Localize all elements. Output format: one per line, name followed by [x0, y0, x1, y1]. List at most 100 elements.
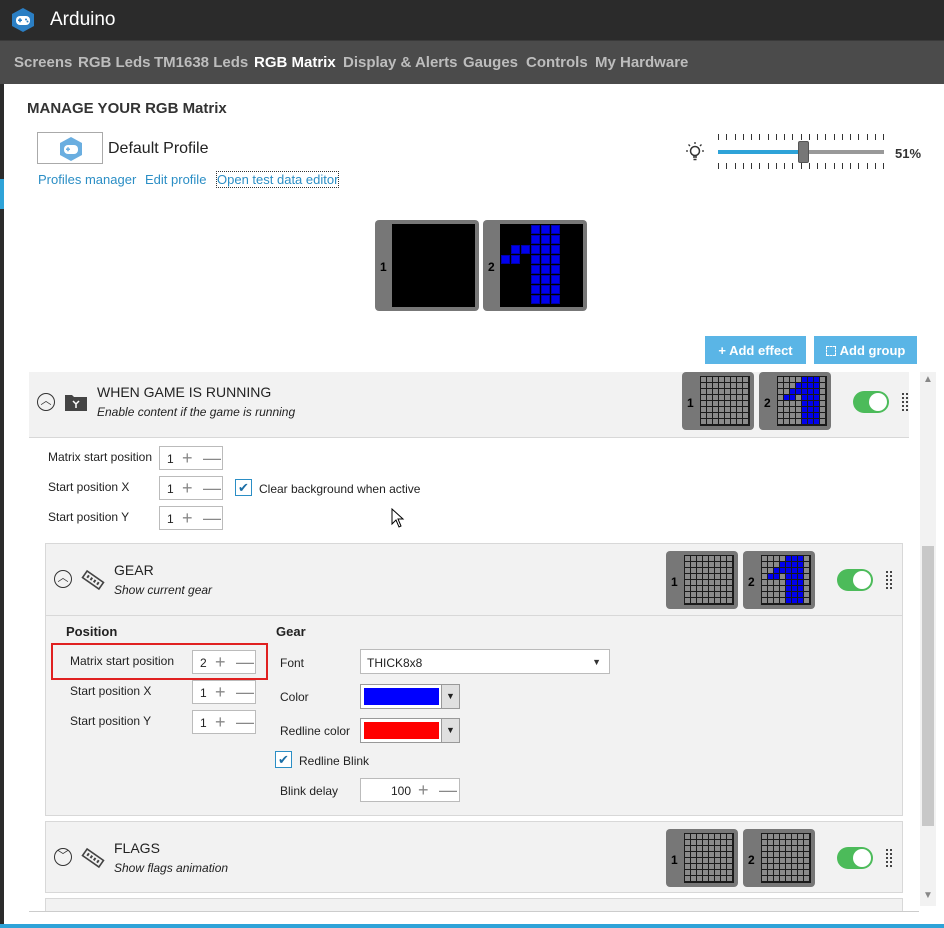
matrix-led [727, 858, 732, 863]
matrix-led [802, 401, 807, 406]
matrix-led [774, 852, 779, 857]
group-matrix-2[interactable]: 2 [759, 372, 831, 430]
nav-item-gauges[interactable]: Gauges [463, 54, 518, 71]
plus-icon[interactable]: + [182, 509, 193, 527]
matrix-led [701, 413, 706, 418]
matrix-led [727, 852, 732, 857]
select-value: THICK8x8 [367, 656, 423, 670]
drag-handle-icon[interactable] [886, 847, 894, 869]
color-picker[interactable]: ▼ [360, 684, 460, 709]
matrix-led [778, 389, 783, 394]
flags-matrix-1[interactable]: 1 [666, 829, 738, 887]
edit-profile-link[interactable]: Edit profile [145, 172, 206, 187]
matrix-led [804, 586, 809, 591]
redline-color-picker[interactable]: ▼ [360, 718, 460, 743]
gear-matrix-2[interactable]: 2 [743, 551, 815, 609]
redline-blink-checkbox[interactable]: ✔ [275, 751, 292, 768]
brightness-slider[interactable] [718, 134, 884, 170]
nav-item-screens[interactable]: Screens [14, 54, 72, 71]
effects-scrollbar[interactable]: ▲ ▼ [920, 372, 936, 906]
font-select[interactable]: THICK8x8 ▼ [360, 649, 610, 674]
minus-icon[interactable]: — [236, 683, 254, 701]
slider-tick [751, 163, 752, 169]
matrix-led [709, 852, 714, 857]
matrix-led [521, 245, 530, 254]
group-enable-toggle[interactable] [853, 391, 889, 413]
minus-icon[interactable]: — [203, 479, 221, 497]
plus-icon[interactable]: + [418, 781, 429, 799]
slider-tick [743, 163, 744, 169]
add-effect-button[interactable]: + Add effect [705, 336, 806, 364]
minus-icon[interactable]: — [203, 509, 221, 527]
open-test-data-editor-link[interactable]: Open test data editor [215, 171, 340, 188]
add-group-button[interactable]: Add group [814, 336, 917, 364]
matrix-led [798, 834, 803, 839]
minus-icon[interactable]: — [236, 713, 254, 731]
nav-item-rgb-matrix[interactable]: RGB Matrix [254, 54, 336, 71]
slider-tick [801, 134, 802, 140]
matrix-start-stepper[interactable]: 1 + — [159, 446, 223, 470]
start-y-stepper[interactable]: 1 + — [159, 506, 223, 530]
collapse-chevron-up-icon[interactable]: ︿ [37, 393, 55, 411]
expand-chevron-down-icon[interactable]: ﹀ [54, 848, 72, 866]
led-strip-icon [81, 569, 105, 591]
preview-matrix-2[interactable]: 2 [483, 220, 587, 311]
matrix-led [551, 295, 560, 304]
minus-icon[interactable]: — [439, 781, 457, 799]
slider-tick [842, 163, 843, 169]
matrix-led [792, 592, 797, 597]
flags-enable-toggle[interactable] [837, 847, 873, 869]
minus-icon[interactable]: — [203, 449, 221, 467]
nav-item-tm1638-leds[interactable]: TM1638 Leds [154, 54, 248, 71]
flags-matrix-2[interactable]: 2 [743, 829, 815, 887]
gear-start-y-stepper[interactable]: 1 + — [192, 710, 256, 734]
matrix-led [804, 556, 809, 561]
slider-tick [776, 134, 777, 140]
nav-item-display-alerts[interactable]: Display & Alerts [343, 54, 458, 71]
matrix-led [691, 568, 696, 573]
preview-matrix-1[interactable]: 1 [375, 220, 479, 311]
profiles-manager-link[interactable]: Profiles manager [38, 172, 136, 187]
chevron-down-icon[interactable]: ▼ [441, 719, 459, 742]
slider-tick [751, 134, 752, 140]
nav-item-controls[interactable]: Controls [526, 54, 588, 71]
matrix-led [774, 876, 779, 881]
slider-thumb[interactable] [797, 141, 809, 163]
gear-matrix-1[interactable]: 1 [666, 551, 738, 609]
plus-icon[interactable]: + [215, 683, 226, 701]
drag-handle-icon[interactable] [902, 391, 910, 413]
matrix-led [762, 574, 767, 579]
matrix-led [808, 413, 813, 418]
clear-background-checkbox[interactable]: ✔ [235, 479, 252, 496]
drag-handle-icon[interactable] [886, 569, 894, 591]
plus-icon[interactable]: + [215, 713, 226, 731]
drag-dot [890, 857, 892, 859]
scrollbar-thumb[interactable] [922, 546, 934, 826]
matrix-led [774, 568, 779, 573]
plus-icon[interactable]: + [182, 449, 193, 467]
matrix-led [691, 876, 696, 881]
profile-icon-box[interactable] [37, 132, 103, 164]
blink-delay-stepper[interactable]: 100 + — [360, 778, 460, 802]
nav-item-my-hardware[interactable]: My Hardware [595, 54, 688, 71]
matrix-led [721, 580, 726, 585]
collapse-chevron-up-icon[interactable]: ︿ [54, 570, 72, 588]
matrix-led [551, 285, 560, 294]
gear-enable-toggle[interactable] [837, 569, 873, 591]
matrix-led [691, 870, 696, 875]
matrix-led [768, 864, 773, 869]
gear-start-x-stepper[interactable]: 1 + — [192, 680, 256, 704]
matrix-led [727, 580, 732, 585]
scroll-down-icon[interactable]: ▼ [923, 890, 933, 901]
nav-item-rgb-leds[interactable]: RGB Leds [78, 54, 151, 71]
start-x-stepper[interactable]: 1 + — [159, 476, 223, 500]
group-matrix-1[interactable]: 1 [682, 372, 754, 430]
matrix-led [685, 556, 690, 561]
scroll-up-icon[interactable]: ▲ [923, 374, 933, 385]
slider-fill [718, 150, 803, 154]
matrix-led [725, 419, 730, 424]
matrix-led [685, 598, 690, 603]
slider-tick [735, 163, 736, 169]
chevron-down-icon[interactable]: ▼ [441, 685, 459, 708]
plus-icon[interactable]: + [182, 479, 193, 497]
